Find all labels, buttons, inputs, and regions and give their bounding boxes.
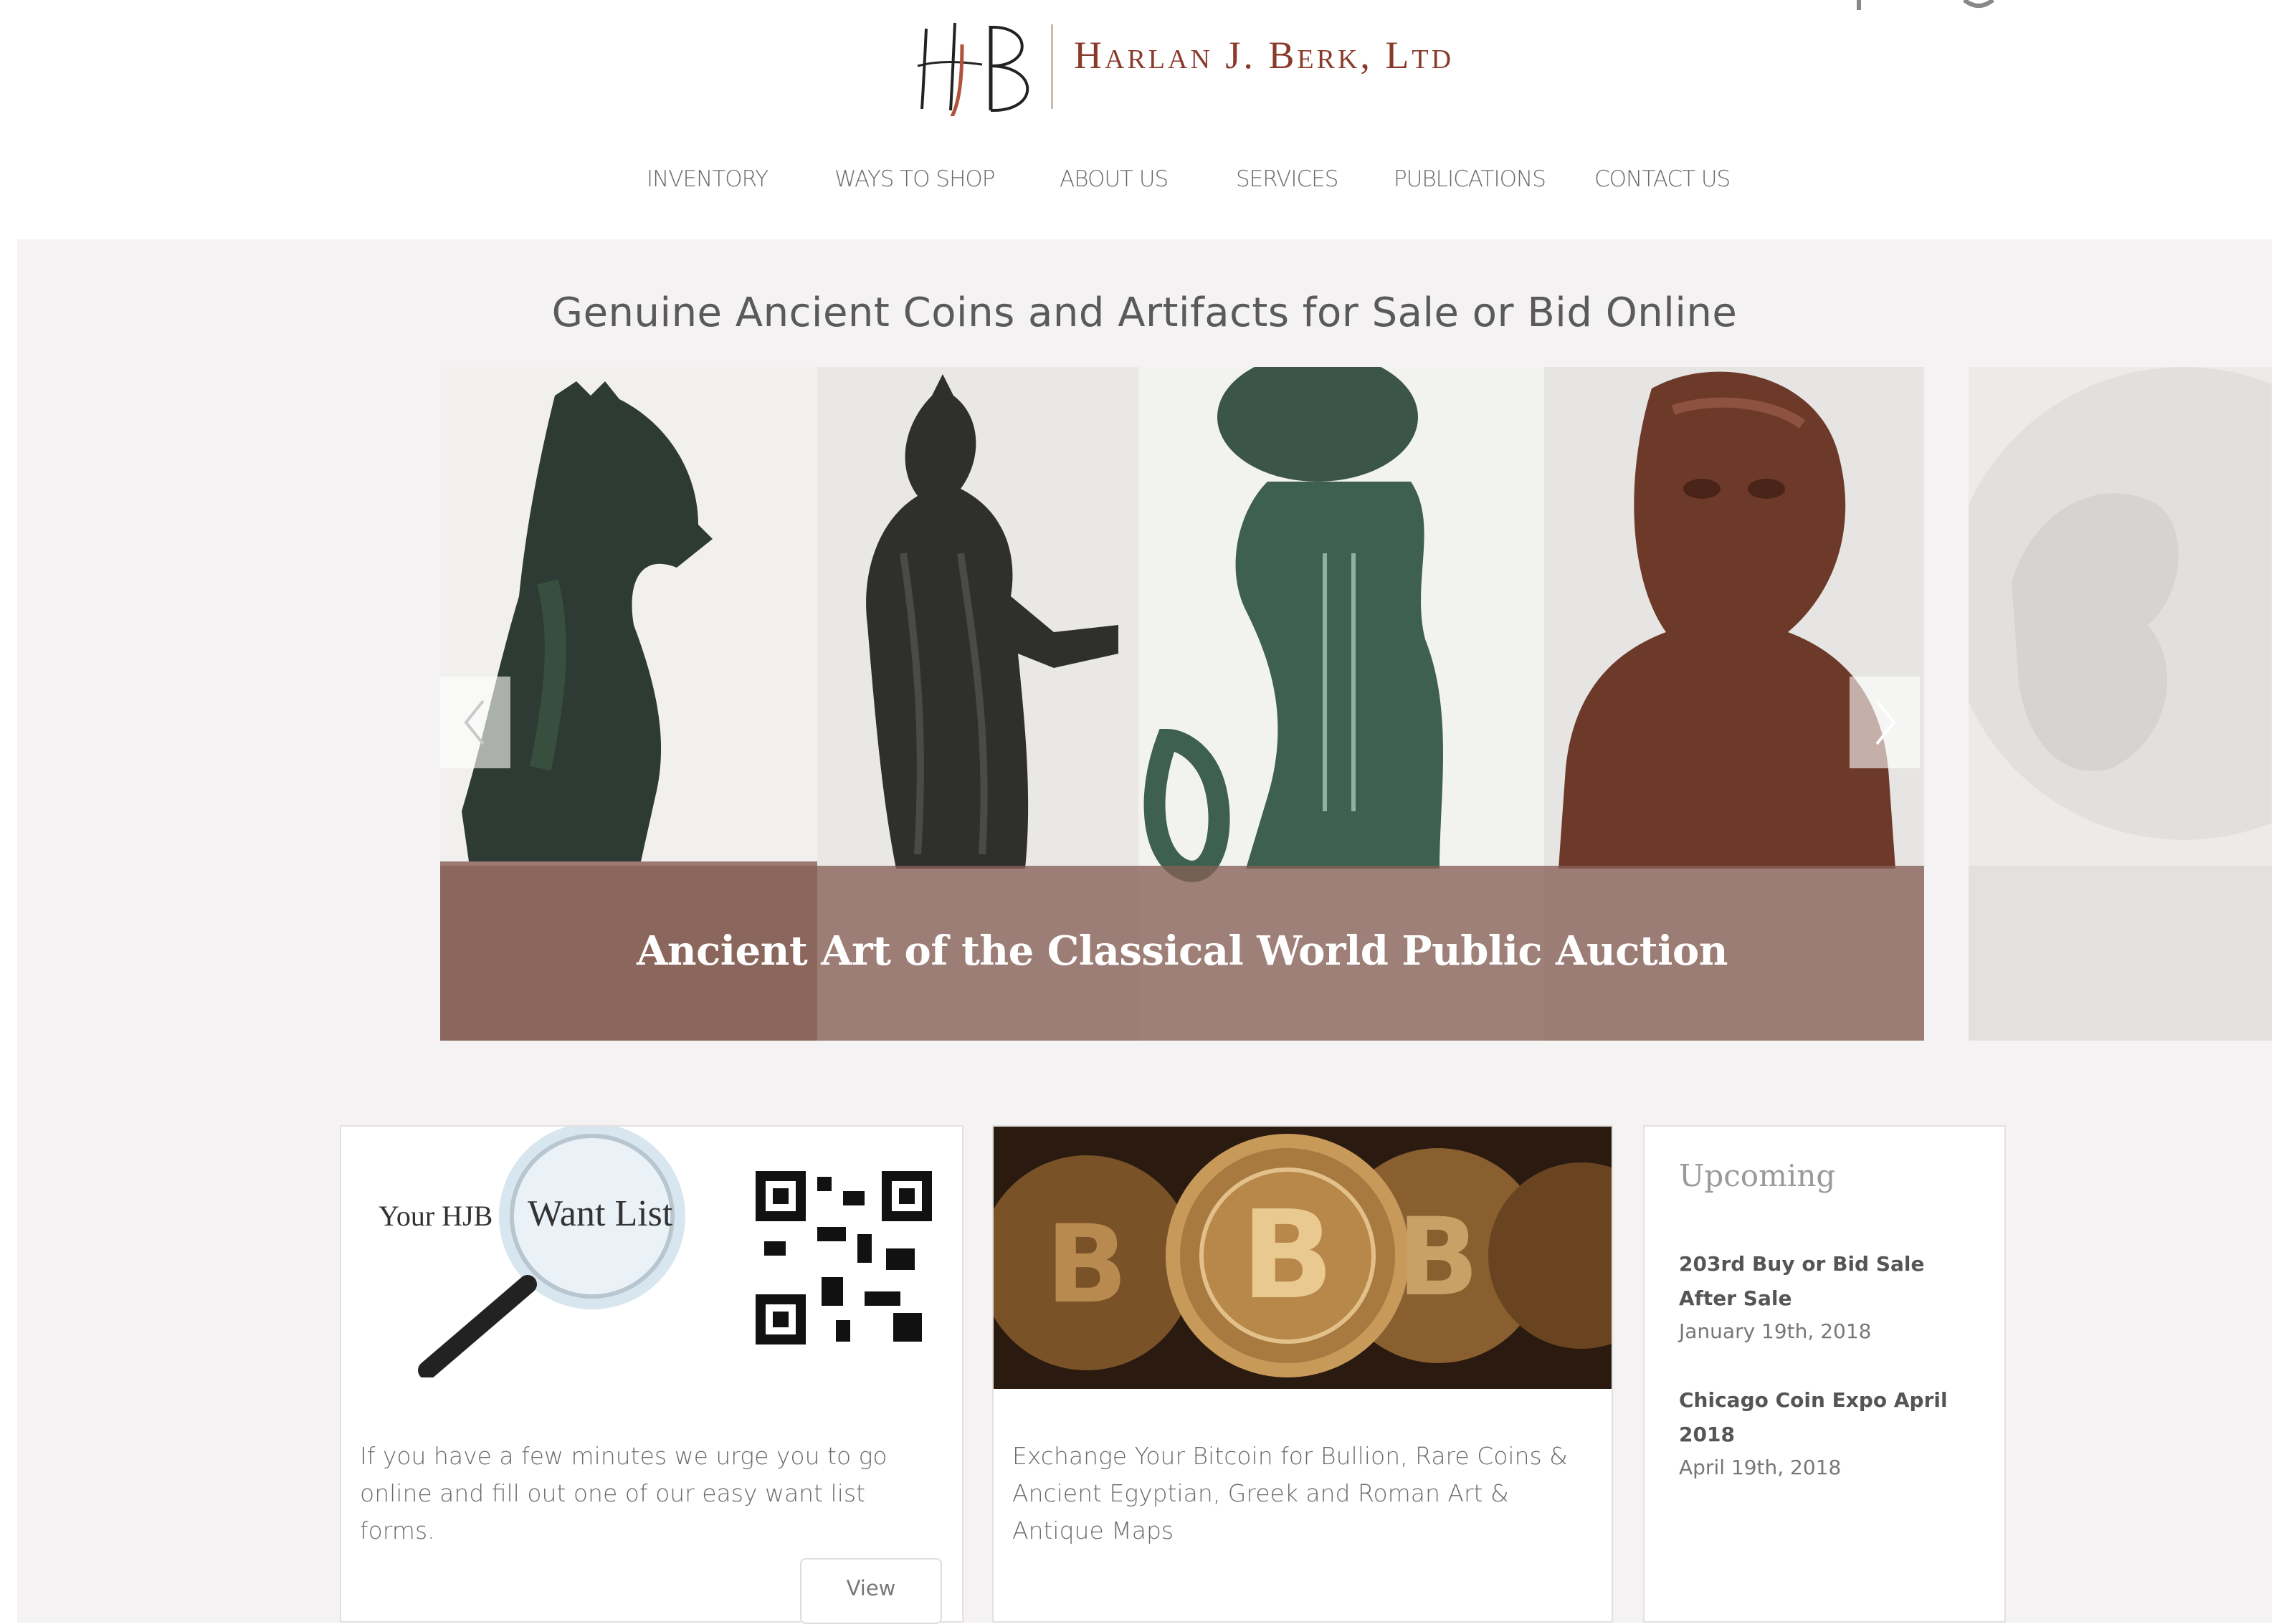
- hero-slider[interactable]: Ancient Art of the Classical World Publi…: [440, 367, 1924, 1041]
- event-date: April 19th, 2018: [1679, 1456, 1842, 1479]
- want-list-description: If you have a few minutes we urge you to…: [360, 1442, 887, 1544]
- event-name[interactable]: 203rd Buy or Bid Sale After Sale: [1679, 1247, 1980, 1316]
- event-name[interactable]: Chicago Coin Expo April 2018: [1679, 1383, 1980, 1452]
- want-list-view-button[interactable]: View: [800, 1558, 942, 1624]
- nav-contact-us[interactable]: CONTACT US: [1594, 166, 1731, 192]
- nav-services[interactable]: SERVICES: [1236, 166, 1338, 192]
- upcoming-title: Upcoming: [1679, 1158, 1836, 1193]
- main-navigation: INVENTORY WAYS TO SHOP ABOUT US SERVICES…: [0, 166, 2289, 202]
- event-item[interactable]: 203rd Buy or Bid Sale After Sale January…: [1679, 1247, 1980, 1347]
- event-date: January 19th, 2018: [1679, 1319, 1872, 1343]
- want-list-image[interactable]: Your HJB Want List: [341, 1127, 962, 1377]
- bitcoin-card: B B B Exchange Your Bitcoin for Bullion,…: [992, 1125, 1613, 1623]
- svg-text:B: B: [1397, 1195, 1479, 1320]
- bitcoin-coins-image[interactable]: B B B: [994, 1127, 1612, 1389]
- nav-publications[interactable]: PUBLICATIONS: [1394, 166, 1546, 192]
- slider-next-button[interactable]: [1850, 677, 1920, 768]
- chevron-right-icon: [1875, 699, 1896, 745]
- want-list-card: Your HJB Want List If you have a few min…: [340, 1125, 963, 1624]
- upcoming-events-card: Upcoming 203rd Buy or Bid Sale After Sal…: [1643, 1125, 2006, 1623]
- want-list-image-text-left: Your HJB: [379, 1200, 492, 1232]
- site-logo[interactable]: Harlan J. Berk, Ltd: [910, 16, 1484, 116]
- slide-caption[interactable]: Ancient Art of the Classical World Publi…: [440, 927, 1924, 975]
- slide-preview-coin[interactable]: [1969, 367, 2272, 1041]
- nav-ways-to-shop[interactable]: WAYS TO SHOP: [834, 166, 995, 192]
- bitcoin-icon: B: [1241, 1185, 1334, 1327]
- nav-inventory[interactable]: INVENTORY: [647, 166, 768, 192]
- svg-text:B: B: [1046, 1203, 1128, 1327]
- want-list-image-text-lens: Want List: [528, 1193, 673, 1234]
- slide-caption-bar[interactable]: Ancient Art of the Classical World Publi…: [440, 866, 1924, 1041]
- hero-title: Genuine Ancient Coins and Artifacts for …: [551, 290, 1738, 336]
- bitcoin-description: Exchange Your Bitcoin for Bullion, Rare …: [1012, 1442, 1568, 1544]
- logo-divider: [1051, 24, 1053, 109]
- logo-company-name: Harlan J. Berk, Ltd: [1074, 34, 1455, 77]
- slider-prev-button[interactable]: [440, 677, 510, 768]
- nav-about-us[interactable]: ABOUT US: [1060, 166, 1169, 192]
- hjb-monogram-logo: [917, 22, 1029, 116]
- header-account-icons[interactable]: [1857, 0, 2022, 17]
- chevron-left-icon: [464, 699, 485, 745]
- event-item[interactable]: Chicago Coin Expo April 2018 April 19th,…: [1679, 1383, 1980, 1484]
- qr-code-icon: [756, 1171, 932, 1344]
